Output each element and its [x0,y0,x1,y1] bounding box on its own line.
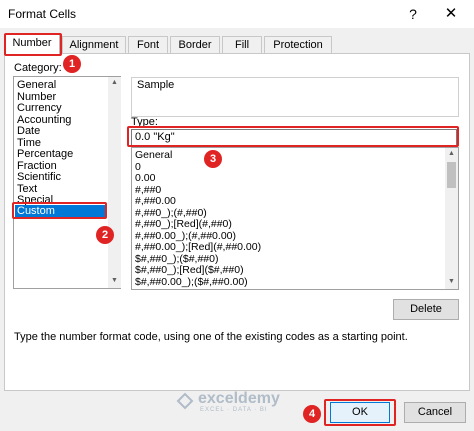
type-label: Type: [131,116,158,128]
watermark-tagline: EXCEL · DATA · BI [200,407,268,413]
format-item[interactable]: #,##0_);[Red](#,##0) [135,219,232,230]
type-input[interactable]: 0.0 "Kg" [131,129,457,146]
format-item[interactable]: #,##0.00 [135,196,176,207]
sample-label: Sample [137,79,175,91]
tab-fill[interactable]: Fill [222,36,262,54]
category-scrollbar[interactable]: ▲ ▼ [108,77,121,288]
scroll-down-arrow-icon[interactable]: ▼ [108,277,121,284]
format-item[interactable]: 0.00 [135,173,155,184]
ok-button[interactable]: OK [330,402,390,423]
sample-frame: Sample [131,77,459,117]
category-item-scientific[interactable]: Scientific [17,171,61,183]
format-item[interactable]: $#,##0_);[Red]($#,##0) [135,265,244,276]
help-button[interactable]: ? [400,3,426,25]
format-item[interactable]: #,##0.00_);[Red](#,##0.00) [135,242,261,253]
step-badge-4: 4 [303,405,321,423]
category-item-date[interactable]: Date [17,125,40,137]
tab-font[interactable]: Font [128,36,168,54]
step-badge-2: 2 [96,226,114,244]
scroll-up-arrow-icon[interactable]: ▲ [445,150,458,157]
format-description: Type the number format code, using one o… [14,331,408,343]
format-item[interactable]: $#,##0.00_);($#,##0.00) [135,277,248,288]
category-item-currency[interactable]: Currency [17,102,62,114]
category-item-custom[interactable]: Custom [15,205,106,218]
exceldemy-logo-icon [176,392,194,410]
format-item[interactable]: General [135,150,172,161]
title-bar: Format Cells ? ✕ [0,0,474,28]
step-badge-3: 3 [204,150,222,168]
scroll-up-arrow-icon[interactable]: ▲ [108,79,121,86]
category-label: Category: [14,62,62,74]
close-button[interactable]: ✕ [436,3,466,25]
tab-alignment[interactable]: Alignment [62,36,126,54]
step-badge-1: 1 [63,55,81,73]
watermark-text: exceldemy [198,390,280,407]
tab-protection[interactable]: Protection [264,36,332,54]
category-item-general[interactable]: General [17,79,56,91]
scrollbar-thumb[interactable] [447,162,456,188]
format-list-scrollbar[interactable]: ▲ ▼ [445,148,458,289]
tab-number[interactable]: Number [4,34,60,55]
cancel-button[interactable]: Cancel [404,402,466,423]
scroll-down-arrow-icon[interactable]: ▼ [445,278,458,285]
window-title: Format Cells [8,7,77,21]
category-item-percentage[interactable]: Percentage [17,148,73,160]
category-list[interactable]: General Number Currency Accounting Date … [13,76,121,289]
format-code-list[interactable]: General 0 0.00 #,##0 #,##0.00 #,##0_);(#… [131,147,459,290]
delete-button[interactable]: Delete [393,299,459,320]
tab-strip: Number Alignment Font Border Fill Protec… [4,34,470,55]
tab-border[interactable]: Border [170,36,220,54]
